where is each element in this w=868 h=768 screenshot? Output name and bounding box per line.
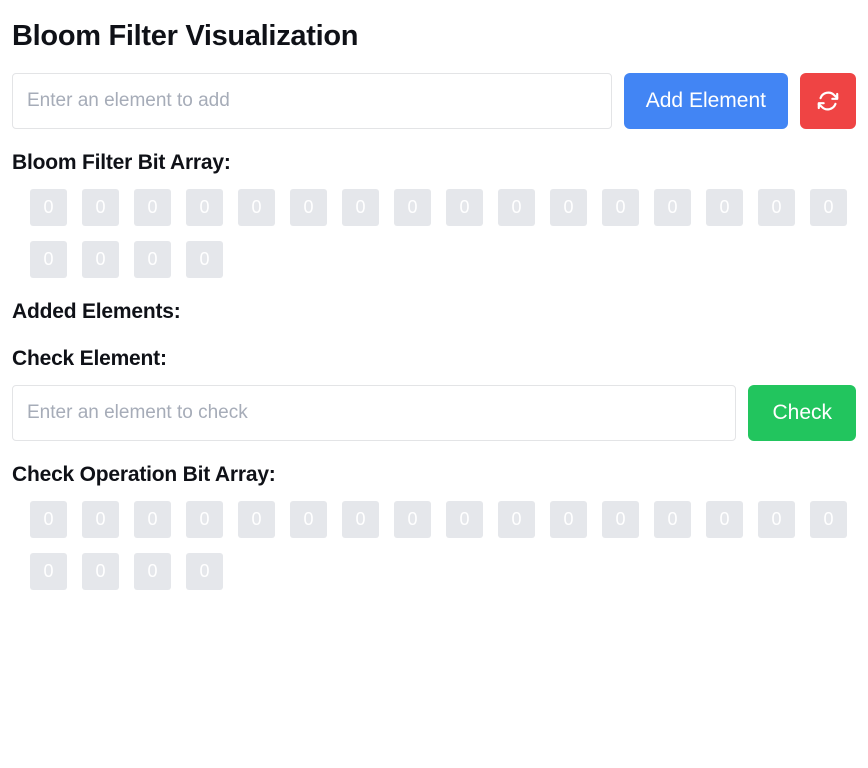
- bit-cell: 0: [758, 189, 795, 227]
- bit-cell: 0: [186, 500, 223, 538]
- bit-cell: 0: [810, 189, 847, 227]
- check-button[interactable]: Check: [748, 384, 856, 441]
- bit-cell: 0: [706, 500, 743, 538]
- bit-cell: 0: [134, 189, 171, 227]
- bit-cell: 0: [82, 500, 119, 538]
- bit-cell: 0: [238, 189, 275, 227]
- bit-cell: 0: [446, 189, 483, 227]
- bit-cell: 0: [498, 189, 535, 227]
- page-title: Bloom Filter Visualization: [12, 20, 359, 52]
- app-root: Bloom Filter Visualization Add Element B…: [0, 0, 868, 768]
- bit-cell: 0: [82, 189, 119, 227]
- bit-cell: 0: [550, 189, 587, 227]
- check-operation-bit-array: 00000000000000000000: [30, 500, 866, 590]
- reset-button[interactable]: [800, 73, 856, 130]
- bit-cell: 0: [134, 500, 171, 538]
- bit-cell: 0: [654, 500, 691, 538]
- bit-cell: 0: [82, 241, 119, 279]
- bit-cell: 0: [30, 552, 67, 590]
- bit-cell: 0: [342, 500, 379, 538]
- bit-cell: 0: [394, 189, 431, 227]
- bit-cell: 0: [30, 189, 67, 227]
- bit-cell: 0: [446, 500, 483, 538]
- bit-cell: 0: [134, 552, 171, 590]
- add-element-button[interactable]: Add Element: [623, 73, 788, 130]
- bit-cell: 0: [602, 500, 639, 538]
- bit-cell: 0: [134, 241, 171, 279]
- bit-array-heading: Bloom Filter Bit Array:: [12, 151, 231, 175]
- bit-cell: 0: [290, 500, 327, 538]
- bit-cell: 0: [758, 500, 795, 538]
- add-element-input[interactable]: [12, 73, 612, 130]
- bit-cell: 0: [810, 500, 847, 538]
- bit-cell: 0: [186, 189, 223, 227]
- bottom-spacer: [12, 594, 856, 694]
- bit-cell: 0: [238, 500, 275, 538]
- bit-cell: 0: [82, 552, 119, 590]
- check-element-heading: Check Element:: [12, 346, 167, 370]
- bit-cell: 0: [394, 500, 431, 538]
- bit-cell: 0: [30, 500, 67, 538]
- refresh-icon: [815, 88, 841, 114]
- added-elements-heading: Added Elements:: [12, 300, 181, 324]
- check-element-row: Check: [12, 384, 856, 441]
- bit-cell: 0: [654, 189, 691, 227]
- bit-cell: 0: [342, 189, 379, 227]
- check-element-input[interactable]: [12, 384, 737, 441]
- bit-cell: 0: [602, 189, 639, 227]
- bit-cell: 0: [186, 552, 223, 590]
- check-bit-array-heading: Check Operation Bit Array:: [12, 462, 276, 486]
- bit-cell: 0: [550, 500, 587, 538]
- bit-cell: 0: [706, 189, 743, 227]
- add-element-row: Add Element: [12, 73, 856, 130]
- bit-cell: 0: [498, 500, 535, 538]
- bit-cell: 0: [186, 241, 223, 279]
- bit-cell: 0: [30, 241, 67, 279]
- bloom-filter-bit-array: 00000000000000000000: [30, 189, 866, 279]
- bit-cell: 0: [290, 189, 327, 227]
